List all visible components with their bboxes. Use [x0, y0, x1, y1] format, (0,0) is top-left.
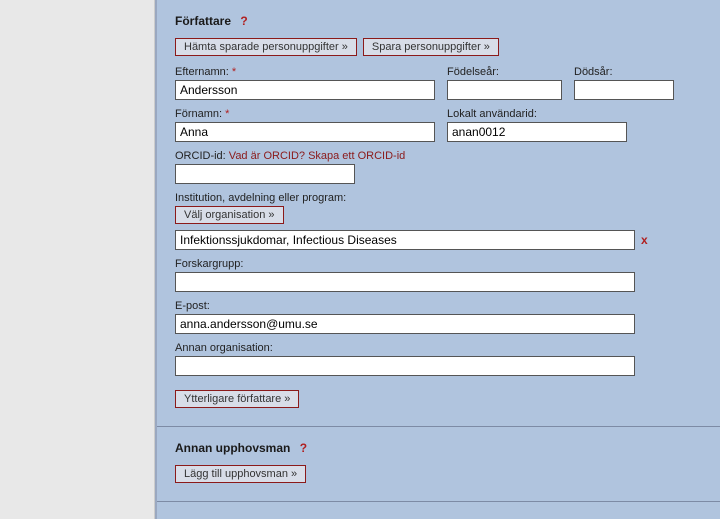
main-panel: Författare ? Hämta sparade personuppgift…	[155, 0, 720, 519]
researchgroup-input[interactable]	[175, 272, 635, 292]
researchgroup-label: Forskargrupp:	[175, 258, 702, 270]
birthyear-label: Födelseår:	[447, 66, 562, 78]
firstname-row: Förnamn: * Lokalt användarid:	[175, 108, 702, 142]
help-icon[interactable]: ?	[240, 14, 247, 28]
required-icon: *	[232, 66, 236, 78]
organisation-input[interactable]	[175, 230, 635, 250]
remove-organisation-icon[interactable]: x	[641, 233, 648, 247]
otherorg-input[interactable]	[175, 356, 635, 376]
more-authors-button[interactable]: Ytterligare författare »	[175, 390, 299, 408]
choose-organisation-button[interactable]: Välj organisation »	[175, 206, 284, 224]
firstname-input[interactable]	[175, 122, 435, 142]
save-person-button[interactable]: Spara personuppgifter »	[363, 38, 499, 56]
localuser-field: Lokalt användarid:	[447, 108, 627, 142]
lastname-input[interactable]	[175, 80, 435, 100]
author-section-title: Författare ?	[175, 14, 702, 28]
add-creator-button[interactable]: Lägg till upphovsman »	[175, 465, 306, 483]
author-section: Författare ? Hämta sparade personuppgift…	[157, 0, 720, 427]
author-button-row: Hämta sparade personuppgifter » Spara pe…	[175, 38, 702, 56]
name-row: Efternamn: * Födelseår: Dödsår:	[175, 66, 702, 100]
orcid-label: ORCID-id:	[175, 150, 226, 162]
orcid-info-link[interactable]: Vad är ORCID? Skapa ett ORCID-id	[229, 150, 405, 162]
lastname-label-text: Efternamn:	[175, 66, 229, 78]
researchgroup-field: Forskargrupp:	[175, 258, 702, 292]
localuser-label: Lokalt användarid:	[447, 108, 627, 120]
firstname-field: Förnamn: *	[175, 108, 435, 142]
firstname-label: Förnamn: *	[175, 108, 435, 120]
orcid-input[interactable]	[175, 164, 355, 184]
deathyear-field: Dödsår:	[574, 66, 674, 100]
otherorg-label: Annan organisation:	[175, 342, 702, 354]
other-creator-section: Annan upphovsman ? Lägg till upphovsman …	[157, 427, 720, 502]
author-title-text: Författare	[175, 14, 231, 28]
firstname-label-text: Förnamn:	[175, 108, 222, 120]
other-creator-title: Annan upphovsman ?	[175, 441, 702, 455]
institution-field: Institution, avdelning eller program: Vä…	[175, 192, 702, 224]
email-field[interactable]	[175, 314, 635, 334]
other-creator-title-text: Annan upphovsman	[175, 441, 290, 455]
localuser-input[interactable]	[447, 122, 627, 142]
orcid-label-row: ORCID-id: Vad är ORCID? Skapa ett ORCID-…	[175, 150, 702, 162]
birthyear-field: Födelseår:	[447, 66, 562, 100]
left-sidebar	[0, 0, 155, 519]
organisation-row: x	[175, 230, 702, 250]
fetch-person-button[interactable]: Hämta sparade personuppgifter »	[175, 38, 357, 56]
page: Författare ? Hämta sparade personuppgift…	[0, 0, 720, 519]
deathyear-label: Dödsår:	[574, 66, 674, 78]
birthyear-input[interactable]	[447, 80, 562, 100]
email-field-wrap: E-post:	[175, 300, 702, 334]
help-icon[interactable]: ?	[300, 441, 307, 455]
required-icon: *	[225, 108, 229, 120]
otherorg-field: Annan organisation:	[175, 342, 702, 376]
lastname-field: Efternamn: *	[175, 66, 435, 100]
lastname-label: Efternamn: *	[175, 66, 435, 78]
email-label: E-post:	[175, 300, 702, 312]
deathyear-input[interactable]	[574, 80, 674, 100]
institution-label: Institution, avdelning eller program:	[175, 192, 702, 204]
orcid-field: ORCID-id: Vad är ORCID? Skapa ett ORCID-…	[175, 150, 702, 184]
